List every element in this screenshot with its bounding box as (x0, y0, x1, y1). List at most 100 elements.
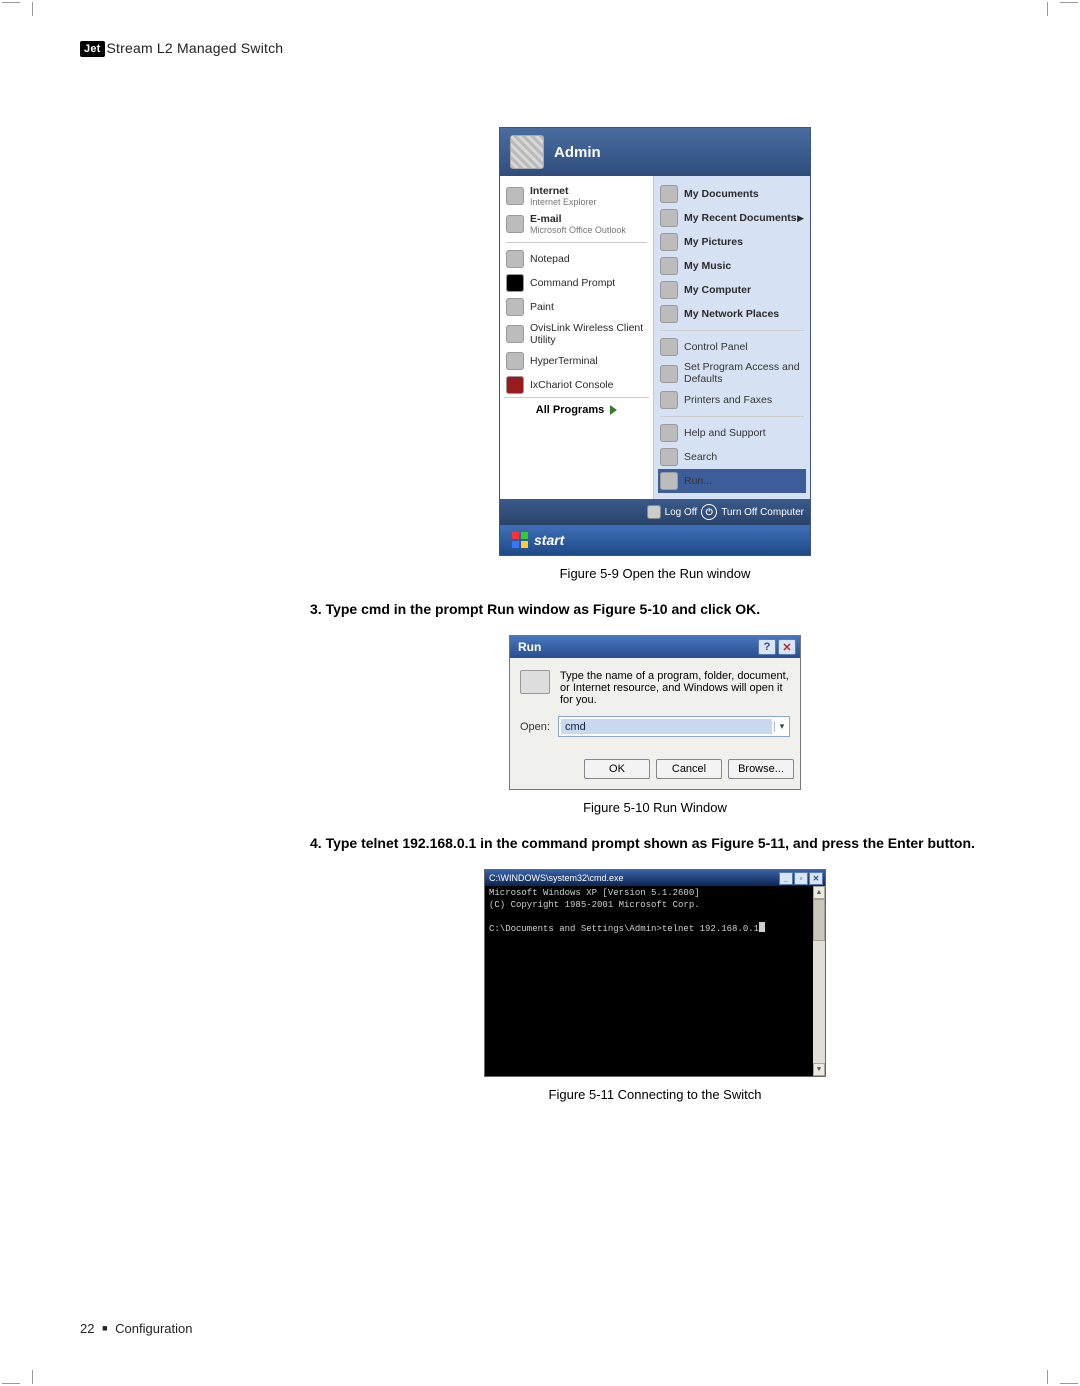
text-cursor-icon (759, 922, 765, 932)
scroll-down-icon[interactable]: ▼ (813, 1063, 825, 1076)
start-menu-right-pane: My Documents My Recent Documents▶ My Pic… (654, 176, 810, 499)
item-label: My Pictures (684, 236, 743, 248)
notepad-icon (506, 250, 524, 268)
my-recent-docs-item[interactable]: My Recent Documents▶ (658, 206, 806, 230)
step-3-text: 3. Type cmd in the prompt Run window as … (310, 601, 1000, 617)
figure-caption-5-10: Figure 5-10 Run Window (310, 800, 1000, 815)
program-access-item[interactable]: Set Program Access and Defaults (658, 359, 806, 388)
run-icon (660, 472, 678, 490)
separator (660, 330, 804, 331)
bullet-icon: ■ (98, 1323, 111, 1333)
my-pictures-item[interactable]: My Pictures (658, 230, 806, 254)
notepad-item[interactable]: Notepad (504, 247, 649, 271)
item-label: Printers and Faxes (684, 394, 772, 406)
item-label: My Network Places (684, 308, 779, 320)
folder-icon (660, 185, 678, 203)
my-computer-item[interactable]: My Computer (658, 278, 806, 302)
my-music-item[interactable]: My Music (658, 254, 806, 278)
maximize-button[interactable]: ▫ (794, 872, 808, 885)
item-label: IxChariot Console (530, 379, 613, 391)
browse-button[interactable]: Browse... (728, 759, 794, 779)
help-icon (660, 424, 678, 442)
turnoff-button[interactable]: Turn Off Computer (721, 507, 804, 518)
computer-icon (660, 281, 678, 299)
command-prompt-item[interactable]: Command Prompt (504, 271, 649, 295)
figure-caption-5-9: Figure 5-9 Open the Run window (310, 566, 1000, 581)
item-label: My Computer (684, 284, 751, 296)
cancel-button[interactable]: Cancel (656, 759, 722, 779)
scroll-track[interactable] (813, 899, 825, 1063)
command-prompt-window: C:\WINDOWS\system32\cmd.exe _ ▫ ✕ Micros… (484, 869, 826, 1077)
dropdown-arrow-icon[interactable]: ▾ (774, 721, 789, 732)
arrow-right-icon (610, 405, 617, 415)
all-programs-button[interactable]: All Programs (504, 397, 649, 422)
search-item[interactable]: Search (658, 445, 806, 469)
run-item[interactable]: Run... (658, 469, 806, 493)
help-button[interactable]: ? (758, 639, 776, 655)
ixchariot-item[interactable]: IxChariot Console (504, 373, 649, 397)
section-name: Configuration (115, 1321, 192, 1336)
separator (506, 242, 647, 243)
internet-explorer-icon (506, 187, 524, 205)
outlook-icon (506, 215, 524, 233)
item-label: Control Panel (684, 341, 748, 353)
network-places-item[interactable]: My Network Places (658, 302, 806, 326)
printer-icon (660, 391, 678, 409)
arrow-right-icon: ▶ (797, 213, 804, 224)
minimize-button[interactable]: _ (779, 872, 793, 885)
item-sublabel: Microsoft Office Outlook (530, 225, 626, 235)
item-label: Search (684, 451, 717, 463)
cmd-line-3: C:\Documents and Settings\Admin>telnet 1… (489, 924, 759, 934)
folder-icon (660, 233, 678, 251)
separator (660, 416, 804, 417)
internet-item[interactable]: Internet Internet Explorer (504, 182, 649, 210)
network-icon (660, 305, 678, 323)
cmd-title-text: C:\WINDOWS\system32\cmd.exe (489, 873, 624, 883)
item-label: Paint (530, 301, 554, 313)
close-button[interactable]: ✕ (778, 639, 796, 655)
item-label: Run... (684, 475, 712, 487)
ok-button[interactable]: OK (584, 759, 650, 779)
ovislink-item[interactable]: OvisLink Wireless Client Utility (504, 319, 649, 349)
item-label: My Documents (684, 188, 759, 200)
start-menu-left-pane: Internet Internet Explorer E-mail Micros… (500, 176, 654, 499)
taskbar-start-button[interactable]: start (500, 525, 810, 555)
open-label: Open: (520, 721, 550, 733)
email-item[interactable]: E-mail Microsoft Office Outlook (504, 210, 649, 238)
ixchariot-icon (506, 376, 524, 394)
windows-logo-icon (512, 532, 528, 548)
logoff-icon (647, 505, 661, 519)
search-icon (660, 448, 678, 466)
brand-logo: Jet (80, 41, 105, 57)
open-combobox[interactable]: cmd ▾ (558, 716, 790, 737)
cmd-line-2: (C) Copyright 1985-2001 Microsoft Corp. (489, 900, 700, 910)
control-panel-icon (660, 338, 678, 356)
user-name: Admin (554, 144, 601, 161)
cmd-scrollbar[interactable]: ▲ ▼ (813, 886, 825, 1076)
printers-faxes-item[interactable]: Printers and Faxes (658, 388, 806, 412)
logoff-button[interactable]: Log Off (665, 507, 698, 518)
item-label: Notepad (530, 253, 570, 265)
figure-caption-5-11: Figure 5-11 Connecting to the Switch (310, 1087, 1000, 1102)
hyperterminal-item[interactable]: HyperTerminal (504, 349, 649, 373)
run-description: Type the name of a program, folder, docu… (560, 670, 790, 706)
close-button[interactable]: ✕ (809, 872, 823, 885)
paint-item[interactable]: Paint (504, 295, 649, 319)
item-label: Command Prompt (530, 277, 615, 289)
my-documents-item[interactable]: My Documents (658, 182, 806, 206)
control-panel-item[interactable]: Control Panel (658, 335, 806, 359)
scroll-thumb[interactable] (813, 899, 825, 941)
page-number: 22 (80, 1321, 94, 1336)
item-label: My Recent Documents (684, 212, 797, 224)
wireless-icon (506, 325, 524, 343)
item-label: Set Program Access and Defaults (684, 362, 804, 385)
folder-icon (660, 209, 678, 227)
help-support-item[interactable]: Help and Support (658, 421, 806, 445)
cmd-body[interactable]: Microsoft Windows XP [Version 5.1.2600] … (485, 886, 813, 1076)
step-4-text: 4. Type telnet 192.168.0.1 in the comman… (310, 835, 1000, 851)
item-label: OvisLink Wireless Client Utility (530, 322, 647, 346)
scroll-up-icon[interactable]: ▲ (813, 886, 825, 899)
start-menu-window: Admin Internet Internet Explorer E-mail … (499, 127, 811, 556)
cmd-line-1: Microsoft Windows XP [Version 5.1.2600] (489, 888, 700, 898)
item-label: HyperTerminal (530, 355, 598, 367)
